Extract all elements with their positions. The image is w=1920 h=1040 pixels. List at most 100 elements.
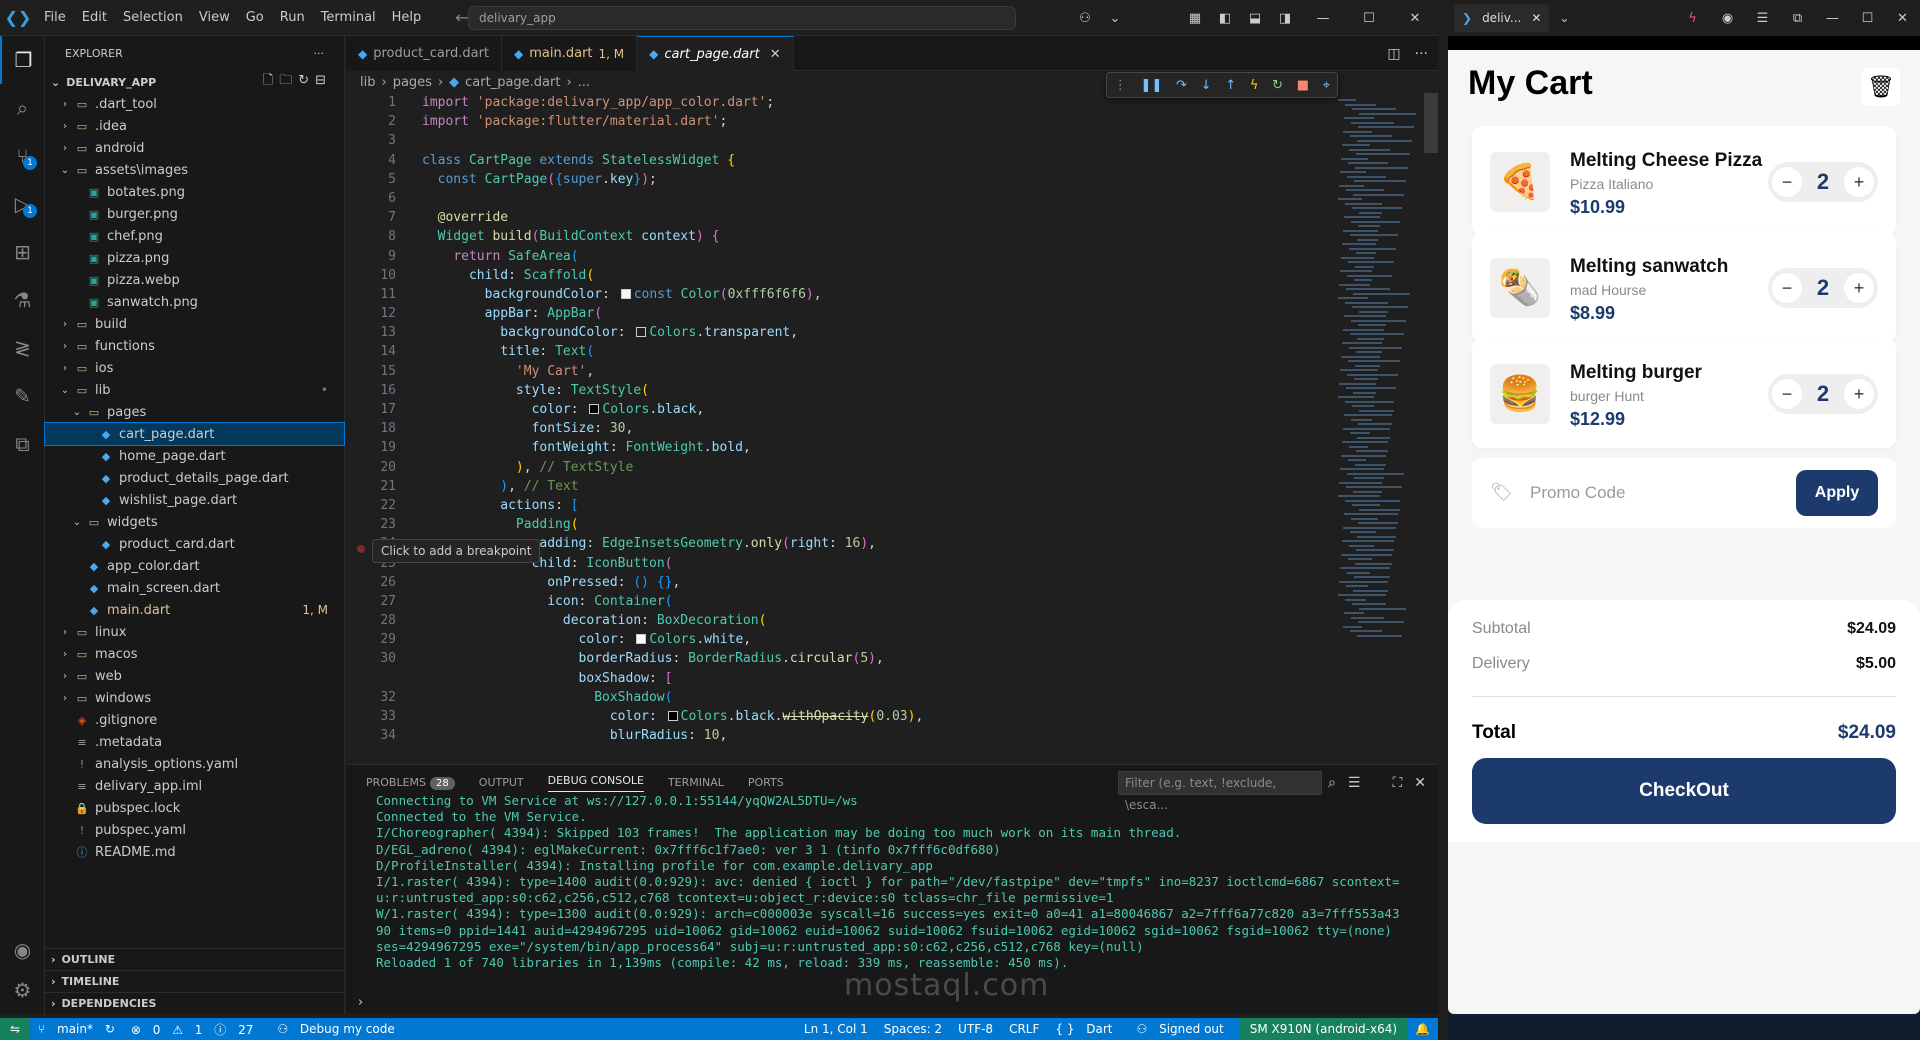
tree-item[interactable]: ◆ app_color.dart	[45, 555, 344, 577]
restart-icon[interactable]: ↻	[1272, 78, 1283, 93]
maximize-icon[interactable]: ☐	[1346, 11, 1392, 26]
tab-problems[interactable]: PROBLEMS 28	[366, 776, 455, 790]
tree-item[interactable]: ▣ pizza.png	[45, 247, 344, 269]
maximize-panel-icon[interactable]: ⛶	[1392, 775, 1402, 791]
branch-status[interactable]: ⑂ main* ↻	[38, 1022, 115, 1036]
workspace-root[interactable]: ⌄ DELIVARY_APP 🗋🗀↻⊟	[45, 71, 344, 93]
layout-icon[interactable]: ▦	[1180, 11, 1210, 26]
notifications-bell-icon[interactable]: 🔔	[1415, 1022, 1430, 1036]
menu-run[interactable]: Run	[272, 0, 313, 36]
chevron-down-icon[interactable]: ⌄	[1100, 11, 1130, 26]
hot-reload-icon[interactable]: ϟ	[1250, 78, 1259, 93]
code-editor[interactable]: 1 import 'package:delivary_app/app_color.…	[346, 93, 1438, 744]
promo-code-field[interactable]: 🏷 Promo Code Apply	[1472, 458, 1896, 528]
testing-icon[interactable]: ⚗	[0, 276, 45, 324]
tree-item[interactable]: ◆ main.dart 1, M	[45, 599, 344, 621]
tree-item[interactable]: ⌄ ▭ pages	[45, 401, 344, 423]
outline-section[interactable]: › OUTLINE	[45, 948, 345, 970]
breadcrumb-item[interactable]: cart_page.dart	[465, 75, 560, 90]
minimize-icon[interactable]: —	[1300, 11, 1346, 26]
menu-view[interactable]: View	[191, 0, 238, 36]
tree-item[interactable]: ◆ home_page.dart	[45, 445, 344, 467]
maximize-icon[interactable]: ☐	[1850, 11, 1885, 26]
step-into-icon[interactable]: ↓	[1201, 78, 1212, 93]
problems-status[interactable]: ⊗ 0 ⚠ 1 ⓘ 27	[131, 1021, 261, 1038]
tab-debug-console[interactable]: DEBUG CONSOLE	[547, 774, 644, 792]
chevron-down-icon[interactable]: ⌄	[1559, 11, 1569, 25]
encoding[interactable]: UTF-8	[958, 1022, 993, 1036]
drag-handle-icon[interactable]: ⋮	[1114, 78, 1127, 93]
tree-item[interactable]: › ▭ web	[45, 665, 344, 687]
timeline-section[interactable]: › TIMELINE	[45, 970, 345, 992]
dependencies-section[interactable]: › DEPENDENCIES	[45, 992, 345, 1014]
step-over-icon[interactable]: ↷	[1176, 78, 1187, 93]
decrease-button[interactable]: −	[1772, 379, 1802, 409]
breadcrumb-item[interactable]: pages	[393, 75, 432, 90]
toggle-sidebar-icon[interactable]: ◧	[1210, 11, 1240, 26]
tab-ports[interactable]: PORTS	[748, 776, 784, 789]
tab-terminal[interactable]: TERMINAL	[668, 776, 724, 789]
more-actions-icon[interactable]: ···	[314, 47, 325, 60]
copilot-icon[interactable]: ⚇	[1070, 11, 1100, 26]
tree-item[interactable]: ◆ wishlist_page.dart	[45, 489, 344, 511]
checkout-button[interactable]: CheckOut	[1472, 758, 1896, 824]
command-center-search[interactable]: delivary_app	[468, 6, 1016, 30]
debug-status[interactable]: ⚇ Debug my code	[277, 1022, 402, 1036]
close-panel-icon[interactable]: ✕	[1414, 775, 1426, 791]
tree-item[interactable]: › ▭ build	[45, 313, 344, 335]
tree-item[interactable]: › ▭ linux	[45, 621, 344, 643]
split-editor-icon[interactable]: ◫	[1387, 46, 1400, 62]
decrease-button[interactable]: −	[1772, 167, 1802, 197]
tree-item[interactable]: › ▭ macos	[45, 643, 344, 665]
signed-out-status[interactable]: ⚇ Signed out	[1137, 1022, 1232, 1036]
more-actions-icon[interactable]: ···	[1415, 46, 1428, 62]
delete-cart-button[interactable]: 🗑	[1862, 68, 1900, 106]
pause-icon[interactable]: ❚❚	[1141, 78, 1163, 93]
increase-button[interactable]: +	[1844, 273, 1874, 303]
tree-item[interactable]: ▣ chef.png	[45, 225, 344, 247]
tree-item[interactable]: ⌄ ▭ assets\images	[45, 159, 344, 181]
restore-icon[interactable]: ⧉	[1780, 11, 1815, 26]
close-window-icon[interactable]: ✕	[1392, 11, 1438, 26]
remote-icon[interactable]: ⇋	[0, 1018, 30, 1040]
menu-selection[interactable]: Selection	[115, 0, 191, 36]
menu-file[interactable]: File	[36, 0, 74, 36]
search-icon[interactable]: ⌕	[1328, 775, 1336, 791]
close-window-icon[interactable]: ✕	[1885, 11, 1920, 26]
cursor-position[interactable]: Ln 1, Col 1	[804, 1022, 868, 1036]
increase-button[interactable]: +	[1844, 167, 1874, 197]
emulator-tab[interactable]: ❯ deliv... ✕	[1454, 4, 1550, 32]
menu-go[interactable]: Go	[238, 0, 272, 36]
close-tab-icon[interactable]: ✕	[770, 47, 781, 62]
explorer-actions-icons[interactable]: 🗋🗀↻⊟	[263, 71, 332, 93]
flutter-icon[interactable]: ≷	[0, 324, 45, 372]
tree-item[interactable]: ≡ delivary_app.iml	[45, 775, 344, 797]
step-out-icon[interactable]: ↑	[1225, 78, 1236, 93]
explorer-icon[interactable]: ❐	[0, 36, 45, 84]
tree-item[interactable]: ◆ cart_page.dart	[44, 422, 345, 446]
close-tab-icon[interactable]: ✕	[1531, 11, 1541, 25]
tree-item[interactable]: › ▭ .dart_tool	[45, 93, 344, 115]
tree-item[interactable]: ◆ main_screen.dart	[45, 577, 344, 599]
tab-output[interactable]: OUTPUT	[479, 776, 524, 789]
stop-icon[interactable]: ■	[1297, 78, 1309, 93]
account-icon[interactable]: ◉	[1710, 11, 1745, 26]
tree-item[interactable]: ⌄ ▭ lib •	[45, 379, 344, 401]
tree-item[interactable]: › ▭ android	[45, 137, 344, 159]
pen-icon[interactable]: ✎	[0, 372, 45, 420]
menu-edit[interactable]: Edit	[74, 0, 115, 36]
tree-item[interactable]: ▣ sanwatch.png	[45, 291, 344, 313]
decrease-button[interactable]: −	[1772, 273, 1802, 303]
tab-cart-page[interactable]: ◆ cart_page.dart ✕	[637, 36, 794, 71]
menu-terminal[interactable]: Terminal	[313, 0, 384, 36]
breadcrumb-item[interactable]: lib	[360, 75, 375, 90]
tree-item[interactable]: › ▭ functions	[45, 335, 344, 357]
tree-item[interactable]: › ▭ .idea	[45, 115, 344, 137]
indentation[interactable]: Spaces: 2	[884, 1022, 942, 1036]
tree-item[interactable]: ▣ pizza.webp	[45, 269, 344, 291]
minimize-icon[interactable]: —	[1815, 11, 1850, 26]
search-icon[interactable]: ⌕	[0, 84, 45, 132]
increase-button[interactable]: +	[1844, 379, 1874, 409]
tree-item[interactable]: ◈ .gitignore	[45, 709, 344, 731]
tree-item[interactable]: ⌄ ▭ widgets	[45, 511, 344, 533]
